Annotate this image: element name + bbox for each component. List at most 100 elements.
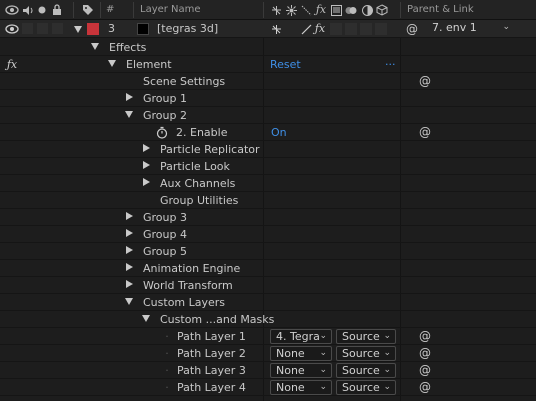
layer-name[interactable]: [tegras 3d] xyxy=(157,22,218,35)
frame-blending-icon[interactable] xyxy=(330,4,342,16)
pickwhip-icon[interactable]: @ xyxy=(419,380,431,394)
label-tag-icon[interactable] xyxy=(82,3,94,16)
solo-toggle-box[interactable] xyxy=(37,23,48,34)
path-layer-row[interactable]: · Path Layer 4 None ⌄ Source ⌄ @ xyxy=(0,379,536,396)
path-layer-row[interactable]: · Path Layer 2 None ⌄ Source ⌄ @ xyxy=(0,345,536,362)
parent-pickwhip-icon[interactable]: @ xyxy=(406,22,418,36)
eye-icon[interactable] xyxy=(5,23,19,35)
quality-slash-icon[interactable] xyxy=(300,23,312,35)
custom-layers-row[interactable]: Custom Layers xyxy=(0,294,536,311)
group5-expand-toggle[interactable] xyxy=(126,246,133,254)
path-source-dropdown[interactable]: Source ⌄ xyxy=(336,329,396,344)
pickwhip-icon[interactable]: @ xyxy=(419,125,431,139)
lock-icon[interactable] xyxy=(51,3,63,16)
particle-look-row[interactable]: Particle Look xyxy=(0,158,536,175)
animation-engine-row[interactable]: Animation Engine xyxy=(0,260,536,277)
audio-toggle-box[interactable] xyxy=(22,23,33,34)
motion-blur-icon[interactable] xyxy=(345,4,358,16)
solo-icon[interactable] xyxy=(37,4,47,16)
world-transform-label: World Transform xyxy=(143,279,233,292)
element-expand-toggle[interactable] xyxy=(108,60,116,67)
layer-switch-box[interactable] xyxy=(345,23,357,35)
3d-layer-icon[interactable] xyxy=(375,3,388,16)
lock-toggle-box[interactable] xyxy=(52,23,63,34)
world-transform-row[interactable]: World Transform xyxy=(0,277,536,294)
enable-row[interactable]: 2. Enable On @ xyxy=(0,124,536,141)
effects-row[interactable]: Effects xyxy=(0,39,536,56)
pickwhip-icon[interactable]: @ xyxy=(419,363,431,377)
element-reset-link[interactable]: Reset xyxy=(270,58,301,71)
custom-masks-label: Custom ...and Masks xyxy=(160,313,275,326)
particle-replicator-row[interactable]: Particle Replicator xyxy=(0,141,536,158)
path-source-dropdown[interactable]: Source ⌄ xyxy=(336,380,396,395)
dot-marker-icon: · xyxy=(165,363,169,377)
eye-icon[interactable] xyxy=(5,4,19,16)
layer-switch-box[interactable] xyxy=(375,23,387,35)
effects-fx-icon[interactable]: ƒx xyxy=(313,22,327,35)
path-layer-label: Path Layer 4 xyxy=(177,381,246,394)
parent-dropdown[interactable]: 7. env 1 ⌄ xyxy=(427,21,514,36)
group1-expand-toggle[interactable] xyxy=(126,93,133,101)
element-options-link[interactable]: ... xyxy=(385,55,396,68)
chevron-down-icon: ⌄ xyxy=(319,348,327,358)
group4-row[interactable]: Group 4 xyxy=(0,226,536,243)
group-utilities-label[interactable]: Group Utilities xyxy=(160,194,238,207)
group-utilities-row[interactable]: Group Utilities xyxy=(0,192,536,209)
adjustment-layer-icon[interactable] xyxy=(361,4,373,16)
shy-icon[interactable] xyxy=(270,4,282,16)
effects-expand-toggle[interactable] xyxy=(91,43,99,50)
path-source-dropdown[interactable]: Source ⌄ xyxy=(336,363,396,378)
custom-layers-expand-toggle[interactable] xyxy=(125,298,133,305)
layer-number: 3 xyxy=(108,22,115,35)
chevron-down-icon: ⌄ xyxy=(383,348,391,358)
path-layer-dropdown[interactable]: None ⌄ xyxy=(270,346,332,361)
custom-masks-row[interactable]: Custom ...and Masks xyxy=(0,311,536,328)
group1-row[interactable]: Group 1 xyxy=(0,90,536,107)
group3-expand-toggle[interactable] xyxy=(126,212,133,220)
layer-switch-box[interactable] xyxy=(360,23,372,35)
layer-switch-box[interactable] xyxy=(330,23,342,35)
layer-name-header[interactable]: Layer Name xyxy=(140,4,201,15)
effect-fx-icon[interactable]: ƒx xyxy=(5,57,19,71)
group4-expand-toggle[interactable] xyxy=(126,229,133,237)
scene-settings-label[interactable]: Scene Settings xyxy=(143,75,225,88)
quality-icon[interactable] xyxy=(300,4,312,16)
path-layer-dropdown[interactable]: 4. Tegra ⌄ xyxy=(270,329,332,344)
path-layer-row[interactable]: · Path Layer 3 None ⌄ Source ⌄ @ xyxy=(0,362,536,379)
path-layer-row[interactable]: · Path Layer 1 4. Tegra ⌄ Source ⌄ @ xyxy=(0,328,536,345)
world-transform-expand-toggle[interactable] xyxy=(126,280,133,288)
layer-label-color[interactable] xyxy=(87,23,99,35)
custom-masks-expand-toggle[interactable] xyxy=(142,315,150,322)
audio-icon[interactable] xyxy=(22,4,34,16)
group3-row[interactable]: Group 3 xyxy=(0,209,536,226)
path-layer-label: Path Layer 1 xyxy=(177,330,246,343)
pickwhip-icon[interactable]: @ xyxy=(419,329,431,343)
stopwatch-icon[interactable] xyxy=(156,125,168,139)
shy-icon[interactable] xyxy=(270,23,282,35)
aux-channels-row[interactable]: Aux Channels xyxy=(0,175,536,192)
collapse-icon[interactable] xyxy=(285,4,297,16)
path-layer-dropdown[interactable]: None ⌄ xyxy=(270,363,332,378)
particle-replicator-expand-toggle[interactable] xyxy=(143,144,150,152)
group2-expand-toggle[interactable] xyxy=(125,111,133,118)
custom-layers-label: Custom Layers xyxy=(143,296,226,309)
path-source-dropdown[interactable]: Source ⌄ xyxy=(336,346,396,361)
animation-engine-expand-toggle[interactable] xyxy=(126,263,133,271)
effects-label: Effects xyxy=(109,41,147,54)
pickwhip-icon[interactable]: @ xyxy=(419,346,431,360)
enable-value[interactable]: On xyxy=(271,126,287,139)
particle-look-expand-toggle[interactable] xyxy=(143,161,150,169)
layer-expand-toggle[interactable] xyxy=(74,26,82,33)
enable-label: 2. Enable xyxy=(176,126,228,139)
group5-row[interactable]: Group 5 xyxy=(0,243,536,260)
group2-row[interactable]: Group 2 xyxy=(0,107,536,124)
path-layer-dropdown[interactable]: None ⌄ xyxy=(270,380,332,395)
aux-channels-expand-toggle[interactable] xyxy=(143,178,150,186)
layer-row[interactable]: 3 [tegras 3d] ƒx @ 7. env 1 ⌄ xyxy=(0,20,536,38)
group4-label: Group 4 xyxy=(143,228,187,241)
pickwhip-icon[interactable]: @ xyxy=(419,74,431,88)
effects-fx-icon[interactable]: ƒx xyxy=(314,3,328,16)
aux-channels-label: Aux Channels xyxy=(160,177,236,190)
scene-settings-row[interactable]: Scene Settings @ xyxy=(0,73,536,90)
element-row[interactable]: ƒx Element Reset ... xyxy=(0,55,536,73)
